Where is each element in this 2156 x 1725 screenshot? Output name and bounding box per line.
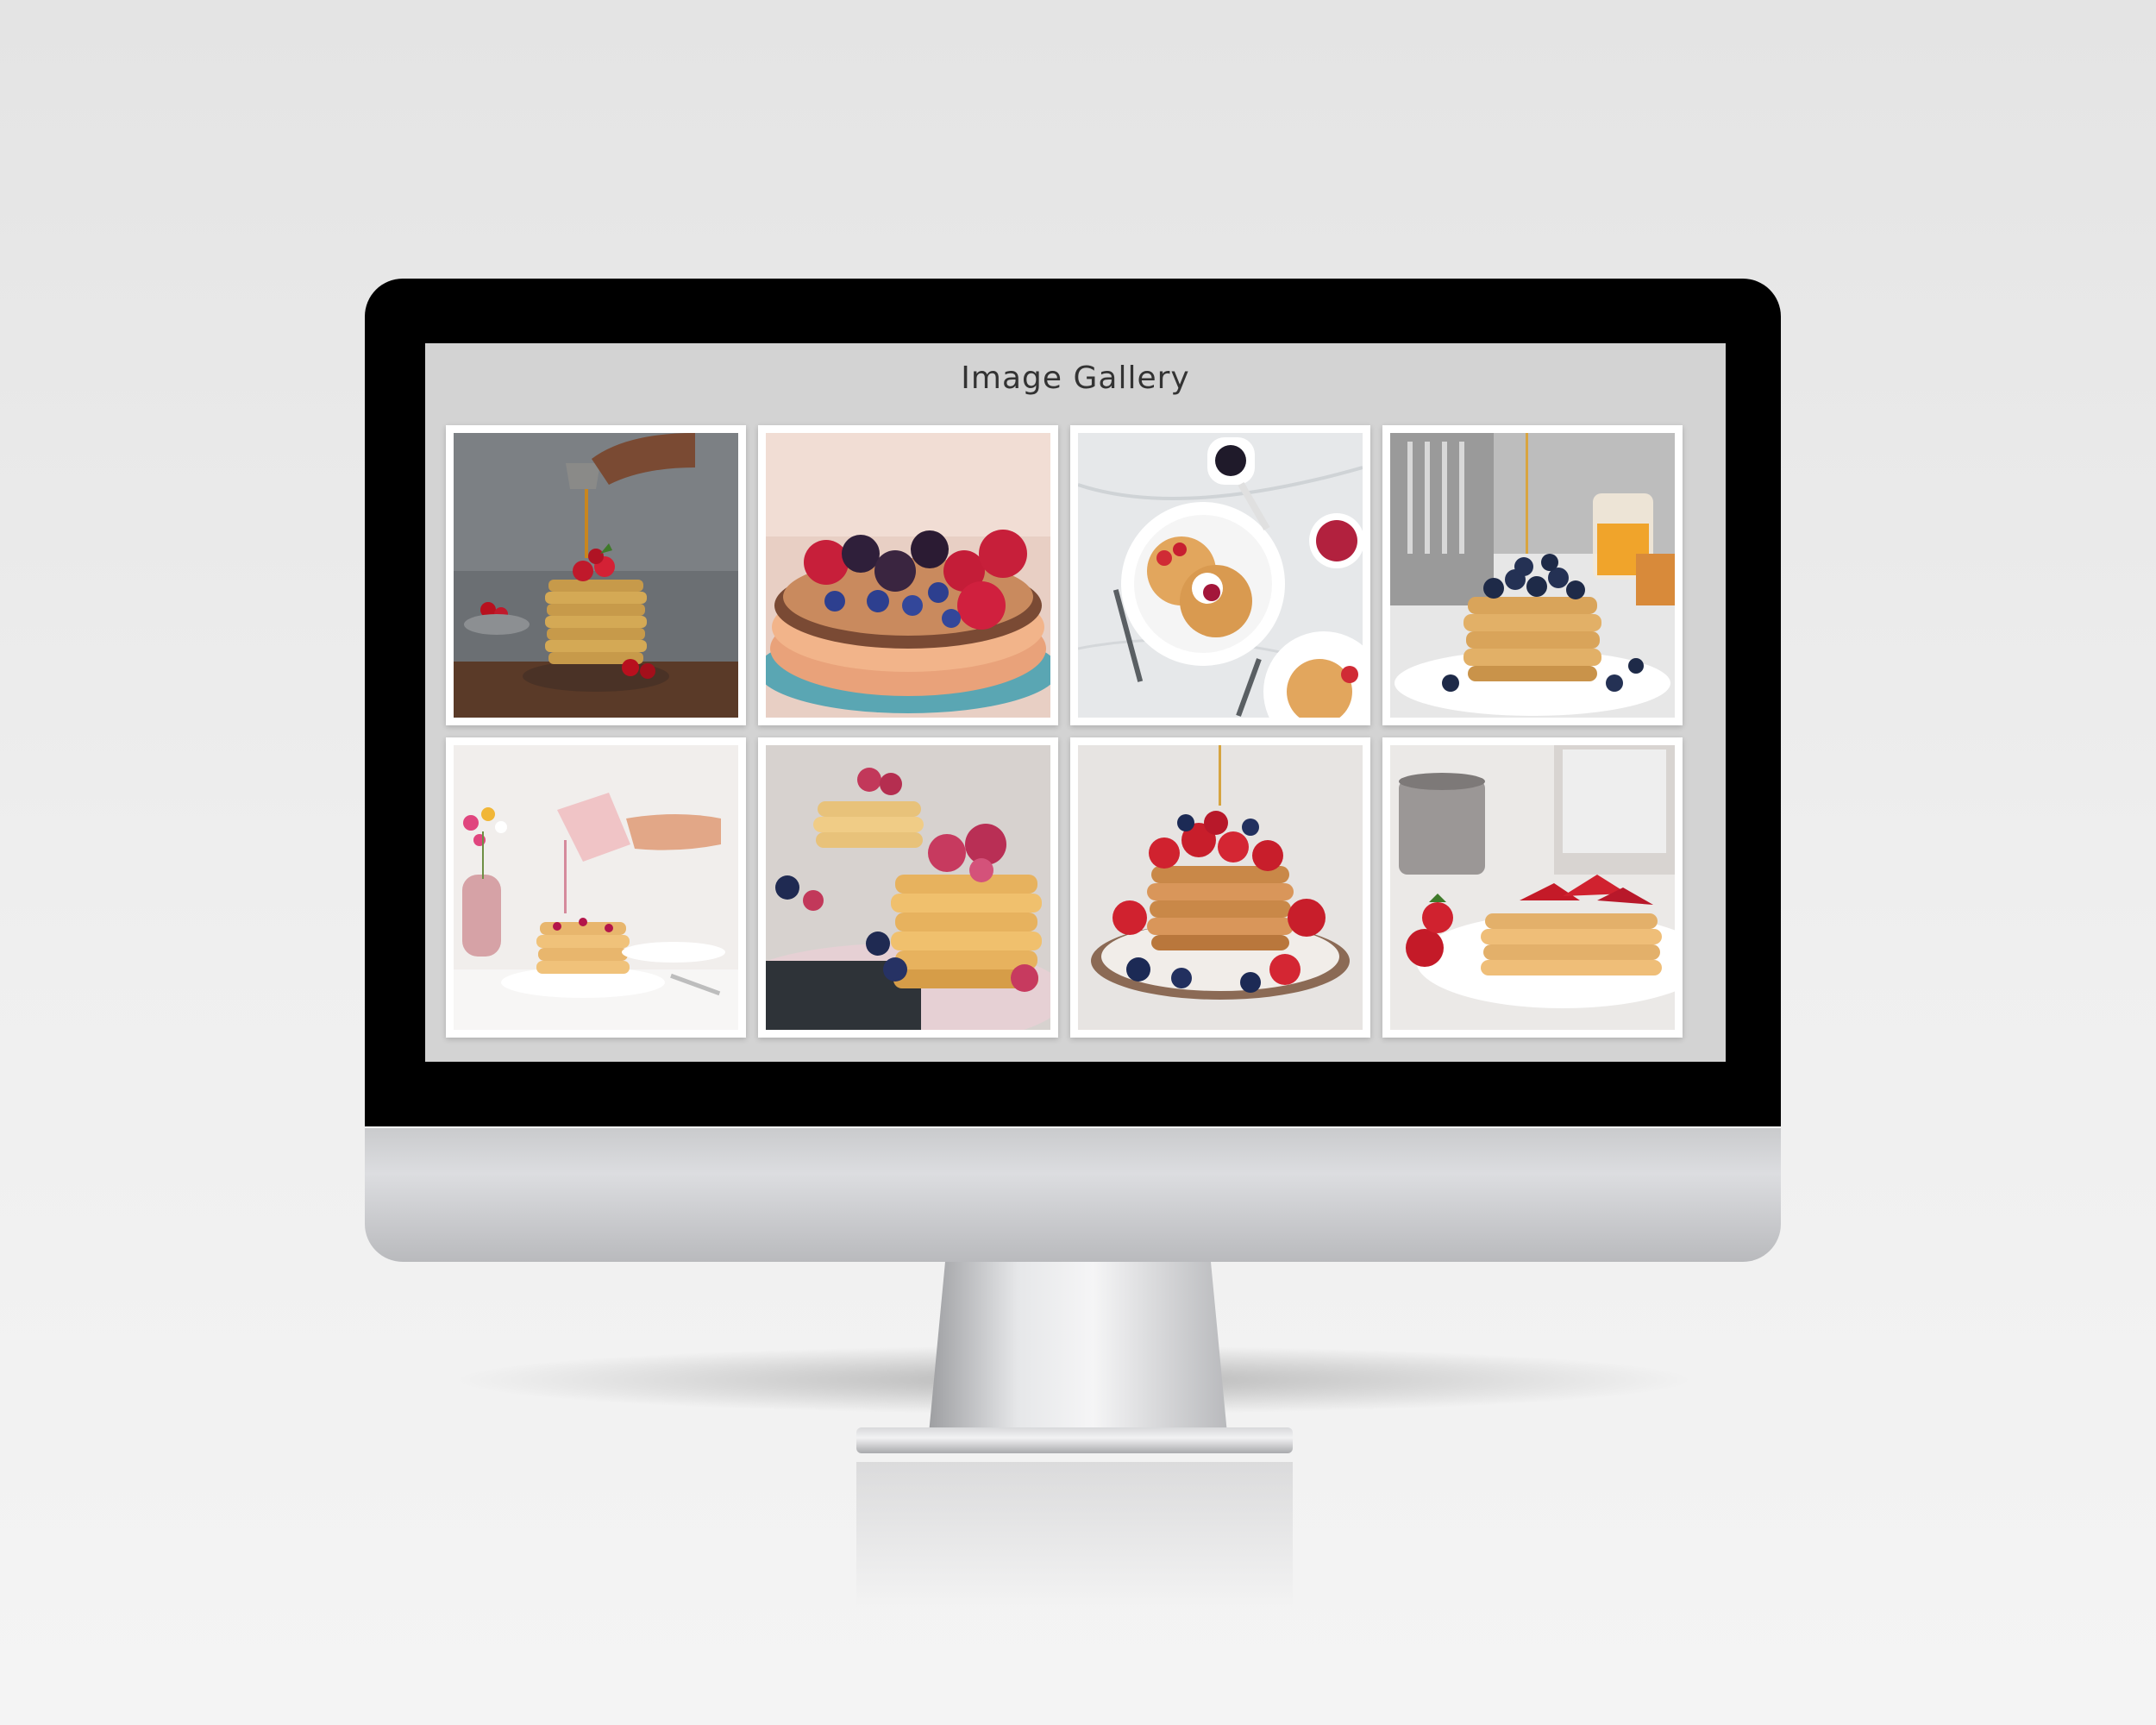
gallery-item[interactable] <box>446 425 746 725</box>
pancake-stack-syrup-pour-photo <box>454 433 738 718</box>
page-title: Image Gallery <box>961 361 1190 396</box>
pancakes-strawberries-coffee-photo <box>1390 745 1675 1030</box>
pancakes-strawberries-syrup-photo <box>1078 745 1363 1030</box>
pancakes-pink-syrup-pour-photo <box>454 745 738 1030</box>
pancakes-plate-with-jam-photo <box>1078 433 1363 718</box>
monitor-stand-neck <box>927 1262 1229 1452</box>
monitor: Image Gallery <box>365 279 1781 1262</box>
monitor-chin <box>365 1126 1781 1262</box>
gallery-item[interactable] <box>1382 425 1683 725</box>
gallery-item[interactable] <box>1070 737 1370 1038</box>
pancakes-blueberries-honey-photo <box>1390 433 1675 718</box>
stand-reflection <box>856 1462 1293 1609</box>
pancakes-with-berries-photo <box>766 433 1050 718</box>
gallery-item[interactable] <box>446 737 746 1038</box>
monitor-bezel: Image Gallery <box>365 279 1781 1126</box>
pancake-stack-raspberries-photo <box>766 745 1050 1030</box>
gallery-item[interactable] <box>1070 425 1370 725</box>
gallery-item[interactable] <box>1382 737 1683 1038</box>
gallery-item[interactable] <box>758 737 1058 1038</box>
image-gallery-grid <box>446 425 1705 1038</box>
monitor-stand-base <box>856 1427 1293 1453</box>
gallery-item[interactable] <box>758 425 1058 725</box>
screen: Image Gallery <box>425 343 1726 1062</box>
